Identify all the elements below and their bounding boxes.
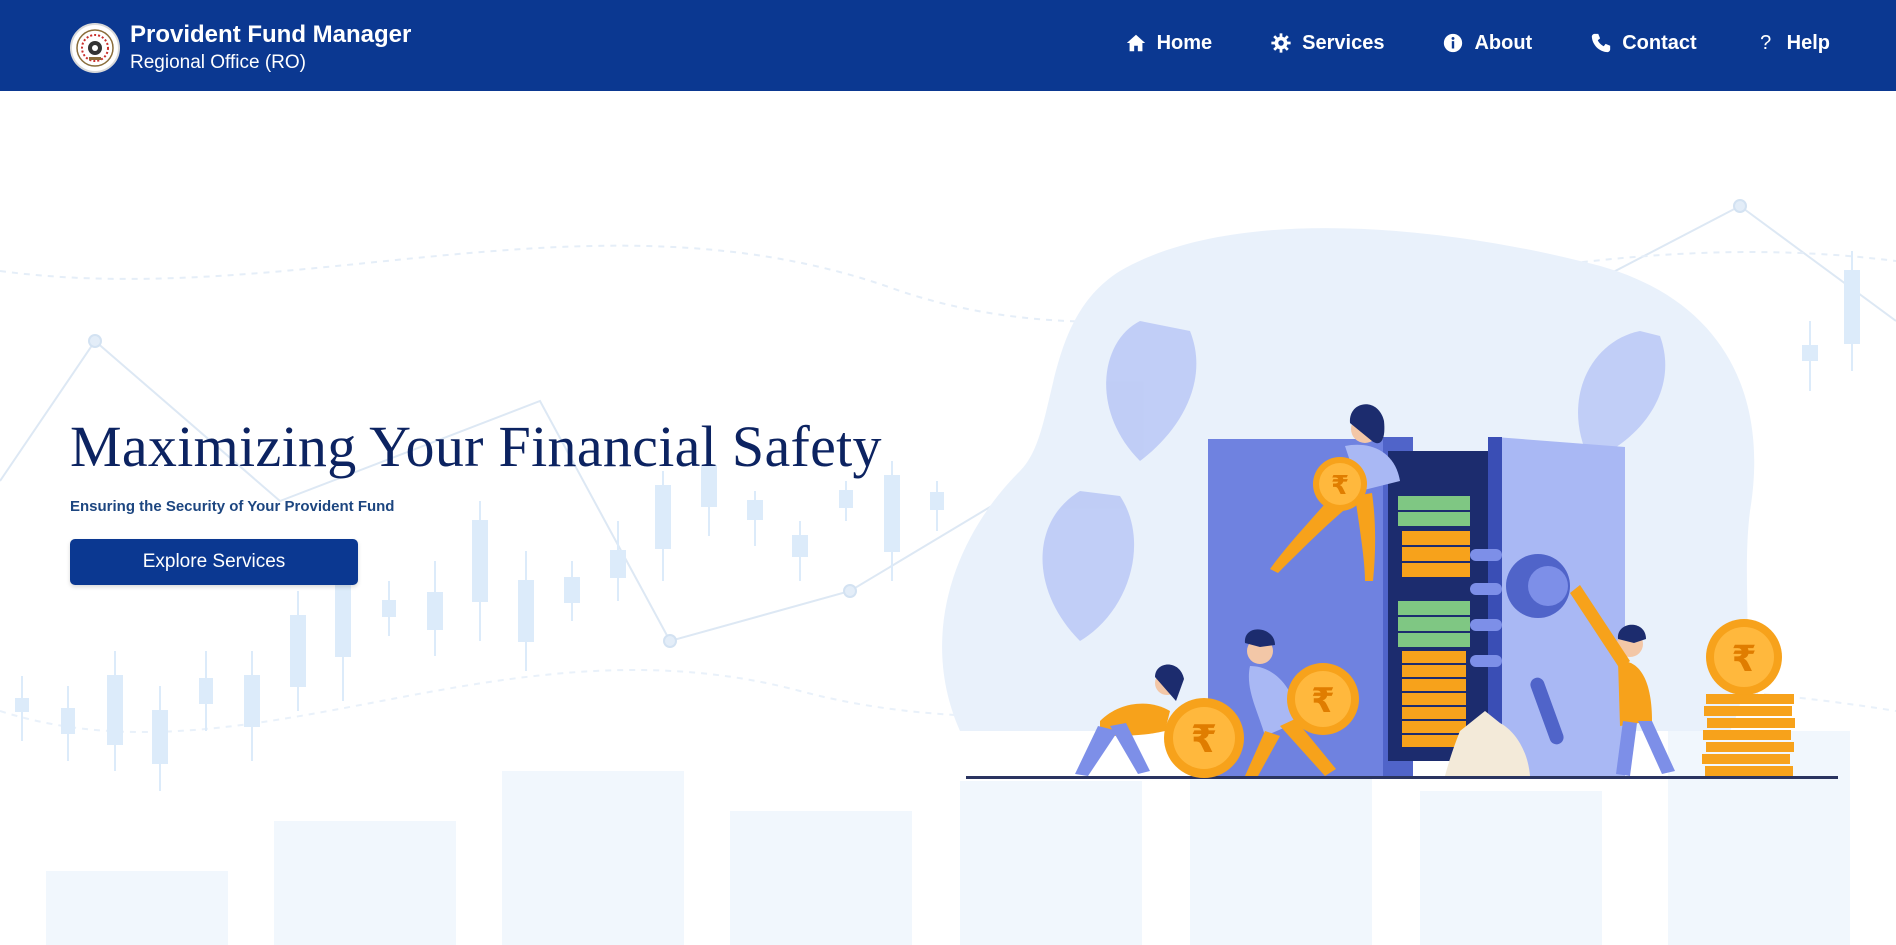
gear-icon bbox=[1270, 32, 1292, 54]
nav-services[interactable]: Services bbox=[1270, 28, 1384, 58]
nav-about[interactable]: About bbox=[1442, 28, 1532, 58]
nav-services-label: Services bbox=[1302, 31, 1385, 54]
rupee-coin: ₹ bbox=[1313, 457, 1367, 511]
safe-vault-illustration: ₹ ₹ ₹ ₹ bbox=[942, 228, 1838, 779]
nav-home-label: Home bbox=[1156, 31, 1213, 54]
app-title: Provident Fund Manager bbox=[130, 21, 412, 48]
nav-contact-label: Contact bbox=[1622, 31, 1697, 54]
brand[interactable]: Provident Fund Manager Regional Office (… bbox=[70, 20, 411, 76]
info-icon bbox=[1442, 32, 1464, 54]
hero-headline: Maximizing Your Financial Safety bbox=[70, 414, 882, 479]
svg-text:₹: ₹ bbox=[1311, 681, 1335, 721]
hero-section: Maximizing Your Financial Safety Ensurin… bbox=[0, 91, 1896, 945]
nav-contact[interactable]: Contact bbox=[1590, 28, 1697, 58]
nav-home[interactable]: Home bbox=[1125, 28, 1213, 58]
svg-text:₹: ₹ bbox=[1731, 639, 1756, 680]
nav-help[interactable]: ? Help bbox=[1755, 28, 1830, 58]
question-icon: ? bbox=[1760, 31, 1772, 54]
svg-text:₹: ₹ bbox=[1191, 717, 1217, 761]
nav-help-label: Help bbox=[1786, 31, 1830, 54]
svg-text:₹: ₹ bbox=[1331, 471, 1349, 501]
main-nav: Home Services About Contact ? Help bbox=[1125, 28, 1830, 58]
top-navbar: Provident Fund Manager Regional Office (… bbox=[0, 0, 1896, 91]
phone-icon bbox=[1590, 32, 1612, 54]
hero-subheadline: Ensuring the Security of Your Provident … bbox=[70, 498, 395, 515]
emblem-logo bbox=[70, 23, 120, 73]
home-icon bbox=[1125, 32, 1147, 54]
app-subtitle: Regional Office (RO) bbox=[130, 52, 306, 73]
nav-about-label: About bbox=[1474, 31, 1533, 54]
explore-services-button[interactable]: Explore Services bbox=[70, 539, 358, 585]
